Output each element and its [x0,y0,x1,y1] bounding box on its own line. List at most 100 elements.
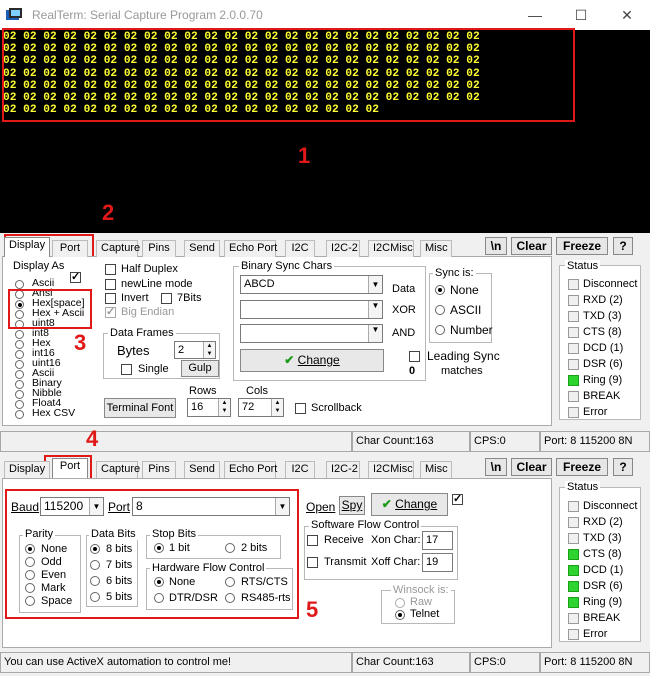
sync-number-radio[interactable] [435,325,445,335]
p1-tab-pins[interactable]: Pins [142,240,176,257]
sync-data-combo[interactable]: ABCD ▼ [240,275,383,294]
p1-tab-i2c-2[interactable]: I2C-2 [326,240,360,257]
scrollback-checkbox[interactable] [295,403,306,414]
clear-button-2[interactable]: Clear [511,458,552,476]
p1-tab-port[interactable]: Port [52,240,88,257]
half-duplex-label: Half Duplex [121,263,178,275]
sync-is-label: Sync is: [433,267,476,279]
status-panel-2: Disconnect RXD (2) TXD (3) CTS (8) DCD (1) DS… [559,487,641,642]
winsock-telnet-radio[interactable] [395,610,405,620]
clear-button[interactable]: Clear [511,237,552,255]
format-radio-5[interactable] [15,330,24,339]
cols-spinner[interactable]: 72 ▲ ▼ [238,398,284,417]
status-label-3: CTS (8) [583,548,622,560]
p2-tab-port[interactable]: Port [52,458,88,478]
p1-tab-capture[interactable]: Capture [96,240,140,257]
freeze-button[interactable]: Freeze [556,237,608,255]
status-panel-1: Disconnect RXD (2) TXD (3) CTS (8) DCD (1) DS… [559,265,641,420]
p2-tab-i2cmisc[interactable]: I2CMisc [368,461,414,478]
half-duplex-checkbox[interactable] [105,264,116,275]
status-label-0: Disconnect [583,500,638,512]
rows-spinner[interactable]: 16 ▲ ▼ [187,398,231,417]
p2-tab-echo-port[interactable]: Echo Port [224,461,277,478]
cols-label: Cols [246,385,269,397]
matches-count: 0 [409,365,416,377]
sync-xor-combo[interactable]: ▼ [240,300,383,319]
sync-and-combo[interactable]: ▼ [240,324,383,343]
format-radio-11[interactable] [15,390,24,399]
sync-change-button[interactable]: ✔ Change [240,349,384,372]
format-radio-13[interactable] [15,410,24,419]
p1-tab-send[interactable]: Send [184,240,220,257]
status-label-1: RXD (2) [583,294,623,306]
bytes-value: 2 [178,344,185,356]
checkmark-icon: ✔ [284,353,295,367]
winsock-raw-label: Raw [410,596,433,608]
single-label: Single [138,363,169,375]
format-radio-6[interactable] [15,340,24,349]
sync-ascii-radio[interactable] [435,305,445,315]
rows-value: 16 [191,401,204,413]
newline-button-2[interactable]: \n [485,458,507,476]
open-toggle[interactable]: Open [306,500,335,514]
format-radio-0[interactable] [15,280,24,289]
single-checkbox[interactable] [121,364,132,375]
format-radio-9[interactable] [15,370,24,379]
matches-label: matches [441,365,483,377]
p2-tab-i2c-2[interactable]: I2C-2 [326,461,360,478]
p2-tab-pins[interactable]: Pins [142,461,176,478]
p1-tab-misc[interactable]: Misc [420,240,452,257]
p2-tab-capture[interactable]: Capture [96,461,140,478]
newline-mode-checkbox[interactable] [105,279,116,290]
display-as-checkbox[interactable] [70,270,81,283]
xoff-input[interactable]: 19 [422,553,453,572]
gulp-button[interactable]: Gulp [181,360,219,377]
p2-tab-display[interactable]: Display [4,461,50,478]
help-button-2[interactable]: ? [613,458,633,476]
led-ring-9- [568,597,579,608]
p1-tab-i2c[interactable]: I2C [285,240,315,257]
p1-tab-display[interactable]: Display [4,237,50,257]
rows-label: Rows [189,385,217,397]
format-radio-8[interactable] [15,360,24,369]
format-radio-7[interactable] [15,350,24,359]
status-label-7: BREAK [583,390,621,402]
maximize-button[interactable]: ☐ [558,0,604,30]
format-radio-10[interactable] [15,380,24,389]
newline-mode-label: newLine mode [121,278,193,290]
invert-checkbox[interactable] [105,293,116,304]
freeze-button-2[interactable]: Freeze [556,458,608,476]
led-error [568,407,579,418]
format-radio-12[interactable] [15,400,24,409]
transmit-checkbox[interactable] [307,557,318,568]
winsock-raw-radio[interactable] [395,598,405,608]
cols-value: 72 [242,401,255,413]
annotation-box-3 [8,289,92,329]
p2-tab-i2c[interactable]: I2C [285,461,315,478]
chevron-down-icon: ▼ [368,325,382,342]
p1-tab-i2cmisc[interactable]: I2CMisc [368,240,414,257]
format-label-13: Hex CSV [32,407,76,419]
cps-2: CPS:0 [470,652,540,673]
bytes-spinner[interactable]: 2 ▲ ▼ [174,341,216,359]
newline-button[interactable]: \n [485,237,507,255]
status-label-4: DCD (1) [583,342,624,354]
port-change-button[interactable]: ✔ Change [371,493,448,516]
close-button[interactable]: ✕ [604,0,650,30]
sync-none-radio[interactable] [435,285,445,295]
7bits-checkbox[interactable] [161,293,172,304]
terminal-font-button[interactable]: Terminal Font [104,398,176,418]
receive-checkbox[interactable] [307,535,318,546]
minimize-button[interactable]: — [512,0,558,30]
help-button[interactable]: ? [613,237,633,255]
big-endian-checkbox[interactable] [105,305,116,318]
p2-tab-send[interactable]: Send [184,461,220,478]
p1-tab-echo-port[interactable]: Echo Port [224,240,277,257]
spy-button[interactable]: Spy [339,496,365,515]
port-change-checkbox[interactable] [452,492,463,505]
status-label-8: Error [583,406,608,418]
leading-sync-checkbox[interactable] [409,351,420,362]
p2-tab-misc[interactable]: Misc [420,461,452,478]
sync-data-value: ABCD [244,278,275,290]
xon-input[interactable]: 17 [422,531,453,550]
